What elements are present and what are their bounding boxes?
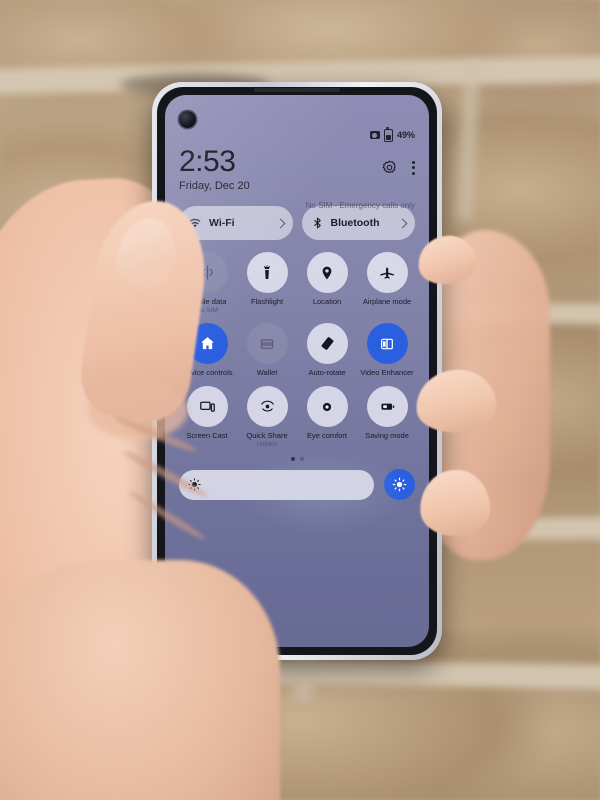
- hand-lower-palm: [0, 560, 280, 800]
- clock-row: 2:53 Friday, Dec 20: [179, 147, 415, 192]
- auto-brightness-button[interactable]: [384, 469, 415, 500]
- location-pin-icon: [306, 252, 348, 293]
- wifi-pill-label: Wi-Fi: [209, 217, 235, 229]
- tile-flashlight[interactable]: Flashlight: [239, 252, 295, 314]
- bluetooth-pill-label: Bluetooth: [330, 217, 380, 229]
- clock-date: Friday, Dec 20: [179, 180, 250, 192]
- gear-icon[interactable]: [381, 159, 398, 176]
- auto-brightness-icon: [392, 477, 407, 492]
- tile-saving-mode[interactable]: Saving mode: [359, 386, 415, 448]
- tile-screen-cast[interactable]: Screen Cast: [179, 386, 235, 448]
- tile-label: Screen Cast: [186, 431, 228, 440]
- tile-quick-share[interactable]: Quick Share Hidden: [239, 386, 295, 448]
- flashlight-icon: [246, 252, 288, 293]
- quick-settings-tiles: Mobile data No SIM Flashlight Location A…: [179, 252, 415, 448]
- page-dot-active: [290, 457, 295, 461]
- connectivity-pills: Wi-Fi Bluetooth: [179, 206, 415, 240]
- clock-block: 2:53 Friday, Dec 20: [179, 147, 250, 192]
- tile-label: Quick Share: [246, 431, 288, 440]
- page-indicator[interactable]: [179, 457, 415, 461]
- tile-label: Flashlight: [250, 297, 284, 306]
- video-enhancer-icon: [366, 323, 408, 364]
- battery-percent-label: 49%: [396, 130, 415, 140]
- airplane-icon: [366, 252, 408, 293]
- quick-share-icon: [246, 386, 288, 427]
- tile-label: Location: [312, 297, 342, 306]
- battery-saver-icon: [366, 386, 408, 427]
- clock-time: 2:53: [179, 145, 236, 178]
- tile-row: Device controls Wallet Auto-rotate Video…: [179, 323, 415, 377]
- tile-auto-rotate[interactable]: Auto-rotate: [299, 323, 355, 377]
- battery-icon: [383, 126, 393, 142]
- tile-row: Screen Cast Quick Share Hidden Eye comfo…: [179, 386, 415, 448]
- tile-label: Video Enhancer: [360, 368, 414, 377]
- screenshot-stage: 49% 2:53 Friday, Dec 20 No SIM - Emergen…: [0, 0, 600, 800]
- tile-label: Airplane mode: [362, 297, 412, 306]
- status-bar: 49%: [179, 95, 415, 143]
- tile-sublabel: Hidden: [256, 441, 278, 448]
- screenshot-icon: [369, 131, 380, 139]
- tile-airplane-mode[interactable]: Airplane mode: [359, 252, 415, 314]
- tile-label: Wallet: [256, 368, 278, 377]
- tile-label: Auto-rotate: [308, 368, 346, 377]
- tile-eye-comfort[interactable]: Eye comfort: [299, 386, 355, 448]
- tile-video-enhancer[interactable]: Video Enhancer: [359, 323, 415, 377]
- brightness-row: [179, 469, 415, 500]
- tile-row: Mobile data No SIM Flashlight Location A…: [179, 252, 415, 314]
- tile-label: Saving mode: [365, 431, 409, 440]
- auto-rotate-icon: [306, 323, 348, 364]
- eye-comfort-icon: [306, 386, 348, 427]
- front-camera-punch-hole: [179, 111, 196, 128]
- screen-cast-icon: [186, 386, 228, 427]
- brightness-slider[interactable]: [179, 469, 374, 500]
- tile-label: Eye comfort: [306, 431, 347, 440]
- tile-location[interactable]: Location: [299, 252, 355, 314]
- page-dot: [299, 457, 304, 461]
- tile-wallet[interactable]: Wallet: [239, 323, 295, 377]
- chevron-right-icon[interactable]: [397, 218, 408, 228]
- wallet-icon: [246, 323, 288, 364]
- kebab-menu-icon[interactable]: [412, 160, 415, 175]
- sim-status-label: No SIM - Emergency calls only: [305, 201, 415, 210]
- bluetooth-pill-button[interactable]: Bluetooth: [301, 206, 415, 240]
- header-actions: [381, 159, 415, 176]
- bluetooth-icon: [311, 216, 324, 230]
- chevron-right-icon[interactable]: [275, 218, 285, 228]
- earpiece-speaker: [254, 88, 340, 92]
